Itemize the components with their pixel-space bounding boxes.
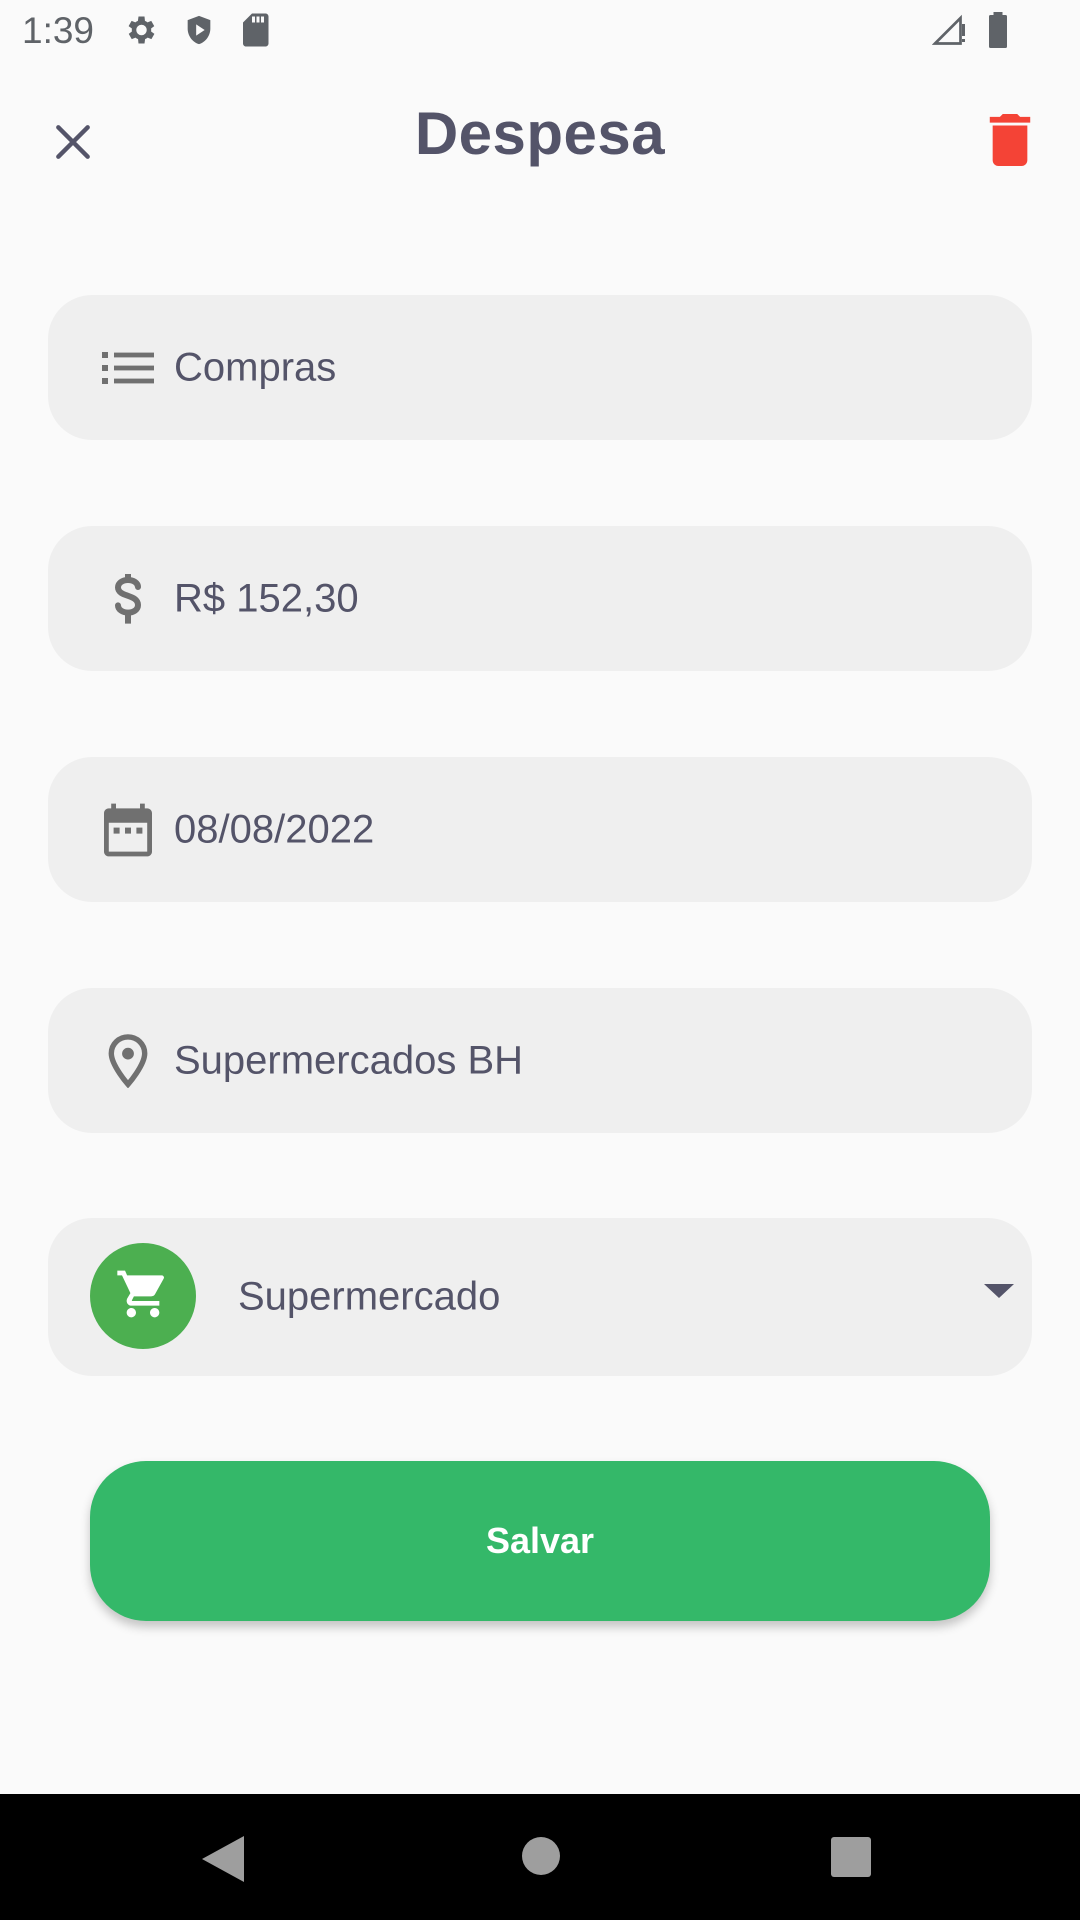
screen: 1:39 Despesa Compras R$ 152,30 08/08/202… <box>0 0 1080 1920</box>
home-icon[interactable] <box>521 1836 561 1881</box>
location-value: Supermercados BH <box>174 1038 524 1082</box>
navigation-bar <box>0 1794 1080 1920</box>
location-pin-icon <box>108 1033 148 1088</box>
status-icons-left <box>122 12 270 48</box>
save-button[interactable]: Salvar <box>90 1461 990 1621</box>
page-title: Despesa <box>414 100 666 167</box>
dropdown-arrow-icon <box>984 1284 1014 1305</box>
signal-no-data-icon <box>932 12 968 48</box>
trash-icon <box>989 113 1031 171</box>
calendar-icon <box>104 803 152 857</box>
status-bar: 1:39 <box>0 0 1080 63</box>
recents-icon[interactable] <box>831 1837 871 1882</box>
date-field[interactable]: 08/08/2022 <box>48 757 1032 902</box>
dollar-icon <box>112 573 144 625</box>
status-icons-right <box>932 12 1010 48</box>
cart-icon <box>115 1266 171 1327</box>
sd-card-icon <box>240 12 270 48</box>
category-value: Supermercado <box>238 1274 501 1319</box>
gear-icon <box>122 12 158 48</box>
category-dropdown[interactable]: Supermercado <box>48 1218 1032 1376</box>
header: Despesa <box>0 85 1080 195</box>
delete-button[interactable] <box>980 109 1040 175</box>
list-icon <box>102 351 154 384</box>
shield-icon <box>182 12 216 48</box>
amount-field[interactable]: R$ 152,30 <box>48 526 1032 671</box>
description-field[interactable]: Compras <box>48 295 1032 440</box>
amount-value: R$ 152,30 <box>174 576 359 620</box>
battery-icon <box>986 12 1010 48</box>
back-icon[interactable] <box>202 1836 244 1887</box>
status-time: 1:39 <box>22 10 95 51</box>
description-value: Compras <box>174 345 337 389</box>
category-badge <box>90 1243 196 1349</box>
location-field[interactable]: Supermercados BH <box>48 988 1032 1133</box>
date-value: 08/08/2022 <box>174 807 375 851</box>
